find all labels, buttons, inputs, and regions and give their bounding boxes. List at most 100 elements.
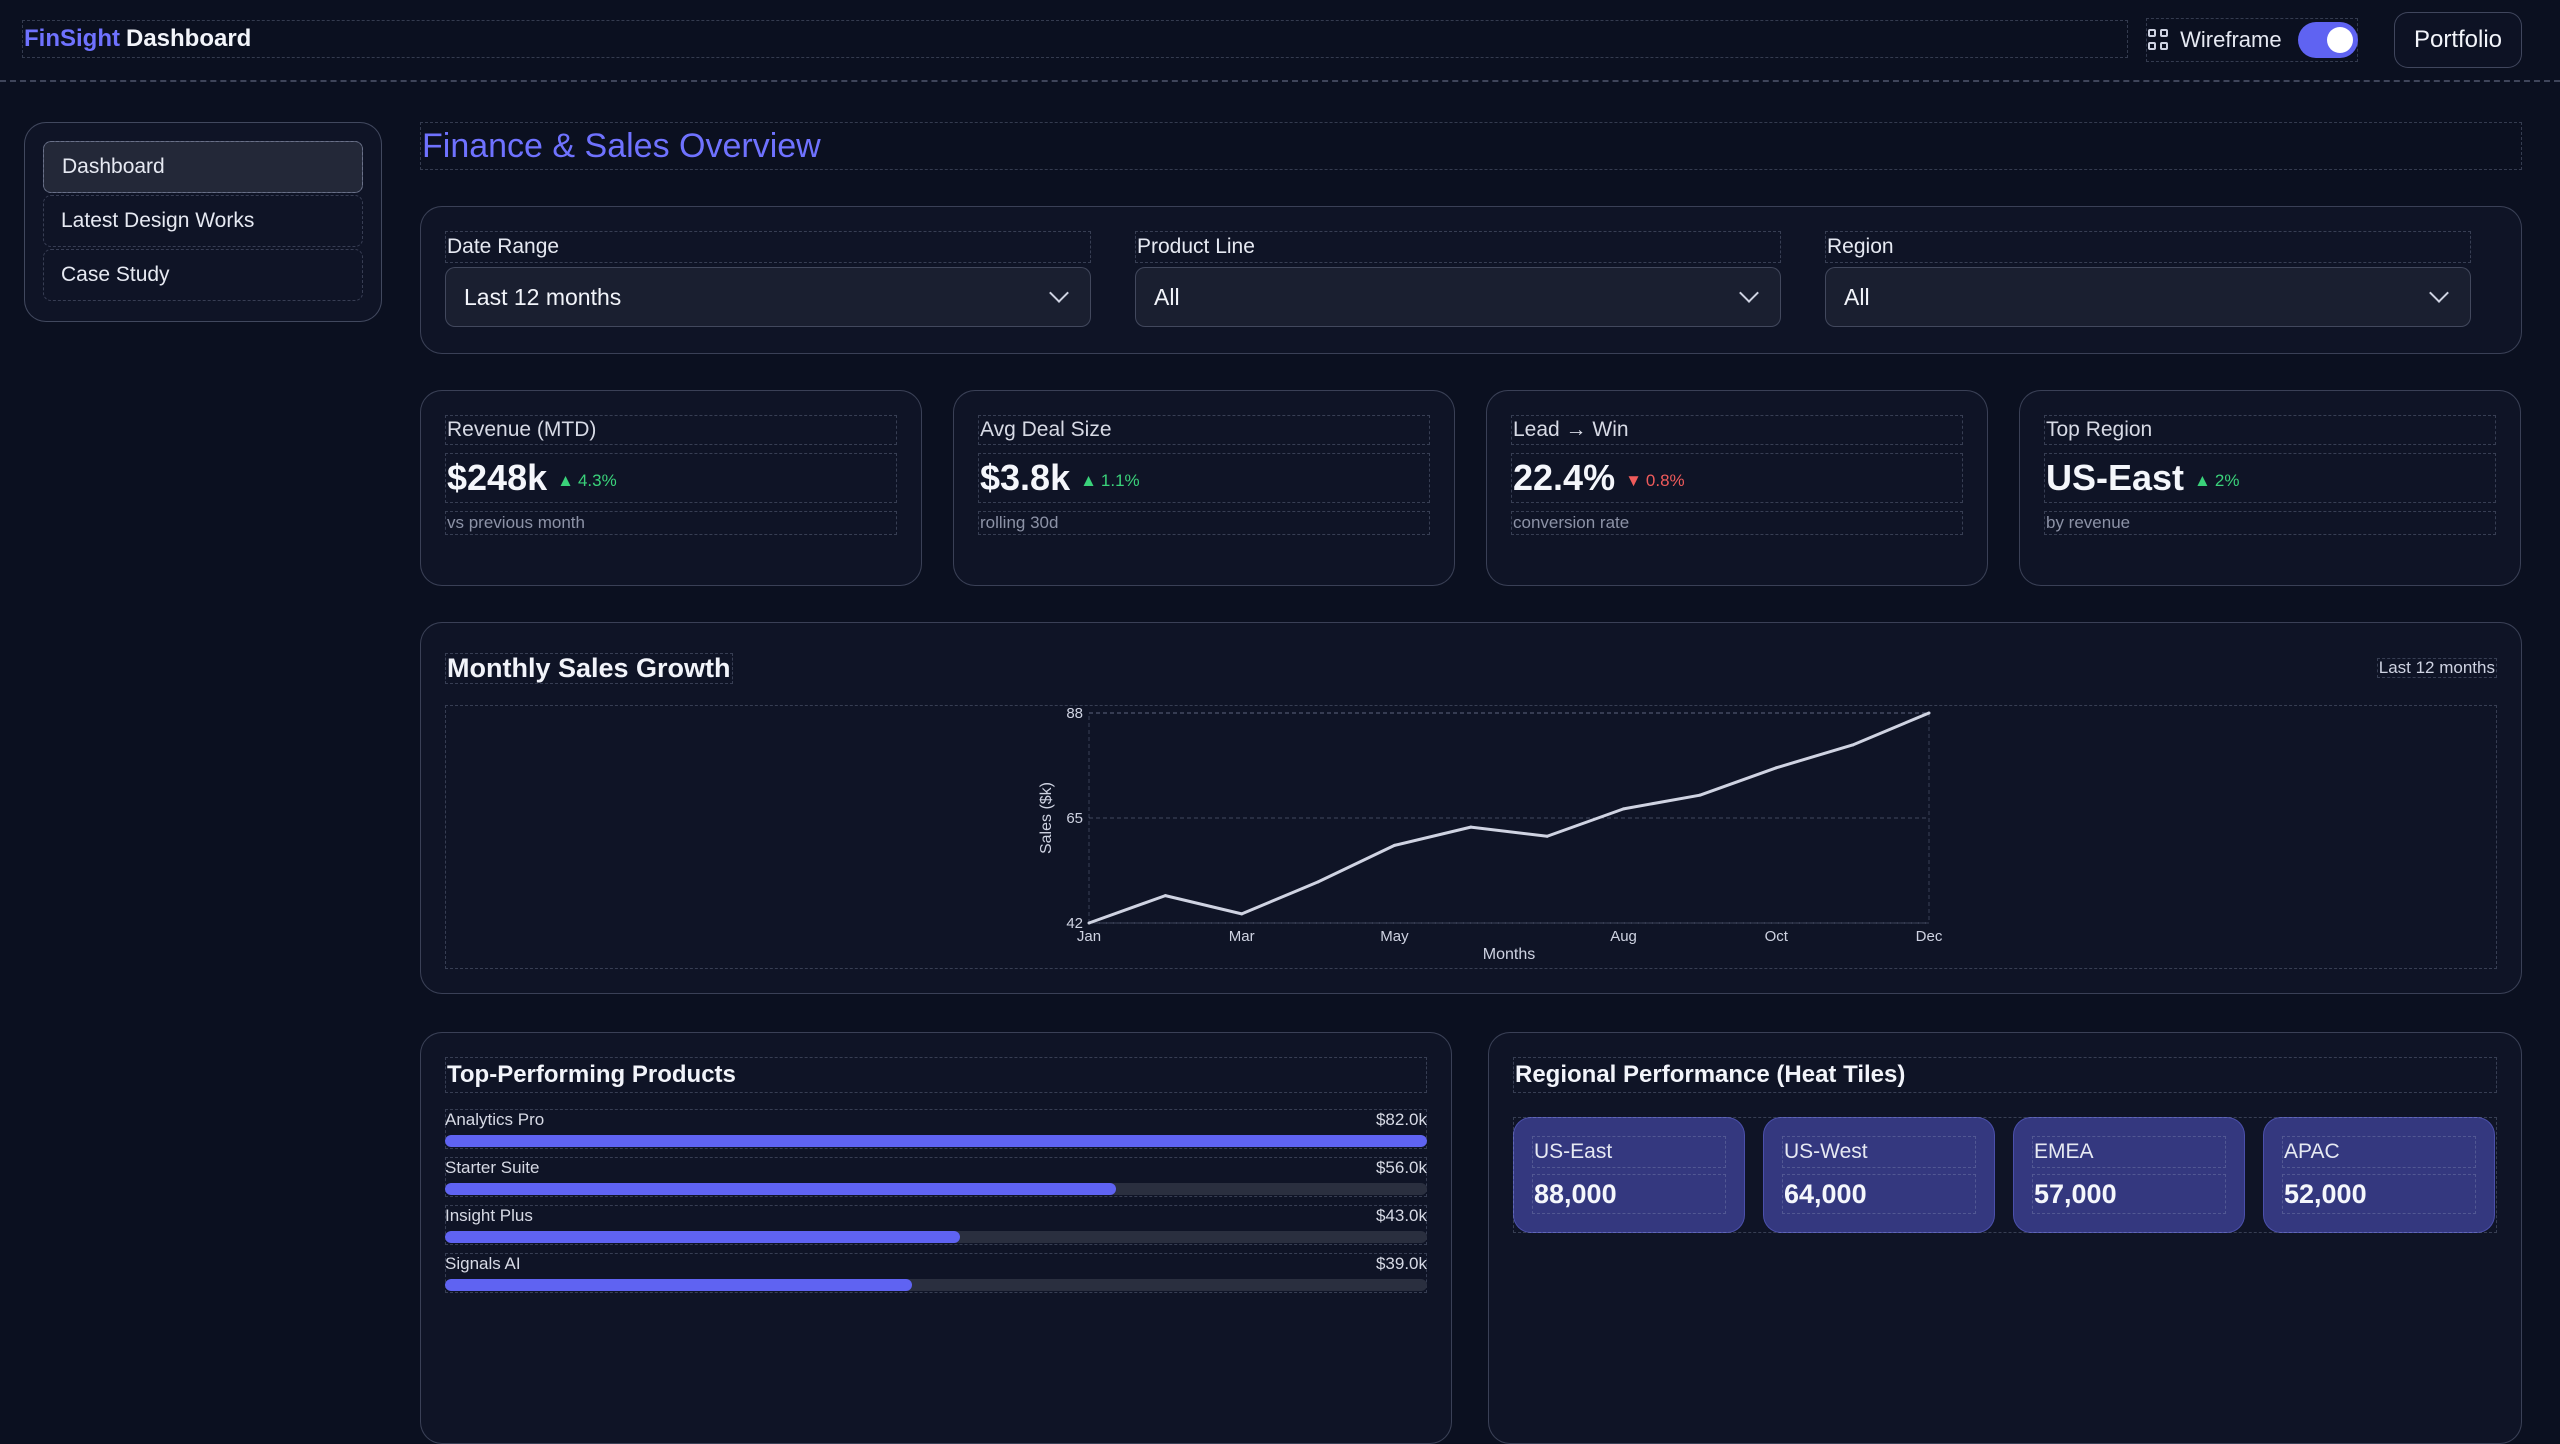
kpi-card-revenue: Revenue (MTD) $248k ▲ 4.3% vs previous mo… (420, 390, 922, 586)
heat-tiles: US-East 88,000 US-West 64,000 EMEA 57,000 APAC… (1513, 1117, 2497, 1233)
date-range-select[interactable]: Last 12 months (445, 267, 1091, 327)
select-value: All (1844, 283, 1870, 310)
y-tick-label: 65 (1066, 810, 1083, 827)
product-bar-track (445, 1183, 1427, 1195)
grid-icon (2148, 29, 2168, 51)
chevron-down-icon (1049, 283, 1069, 303)
brand-logo[interactable]: FinSight Dashboard (22, 20, 2128, 58)
product-row-top: Starter Suite $56.0k (445, 1157, 1427, 1179)
sidebar-item-dashboard[interactable]: Dashboard (43, 141, 363, 193)
chevron-down-icon (2429, 283, 2449, 303)
product-name: Signals AI (445, 1254, 521, 1273)
data-point (1316, 880, 1320, 884)
filter-product-line: Product Line All (1135, 231, 1781, 327)
kpi-card-top-region: Top Region US-East ▲ 2% by revenue (2019, 390, 2521, 586)
data-point (1698, 793, 1702, 797)
kpi-delta-value: 0.8% (1645, 471, 1685, 490)
product-row-top: Signals AI $39.0k (445, 1253, 1427, 1275)
region-tile[interactable]: US-West 64,000 (1763, 1117, 1995, 1233)
region-name: EMEA (2032, 1136, 2226, 1168)
kpi-card-avg-deal-size: Avg Deal Size $3.8k ▲ 1.1% rolling 30d (953, 390, 1455, 586)
portfolio-button[interactable]: Portfolio (2394, 12, 2522, 68)
region-tile[interactable]: EMEA 57,000 (2013, 1117, 2245, 1233)
kpi-label: Top Region (2044, 415, 2496, 445)
kpi-label: Revenue (MTD) (445, 415, 897, 445)
wireframe-switch[interactable] (2297, 22, 2358, 58)
chart-header: Monthly Sales Growth Last 12 months (445, 647, 2497, 689)
sidebar-item-case-study[interactable]: Case Study (43, 249, 363, 301)
filter-label: Product Line (1135, 231, 1781, 263)
kpi-subtext: rolling 30d (978, 511, 1430, 535)
region-tile[interactable]: US-East 88,000 (1513, 1117, 1745, 1233)
x-tick-label: Oct (1765, 928, 1789, 945)
top-bar: FinSight Dashboard Wireframe Portfolio (0, 0, 2560, 82)
data-point (1927, 711, 1931, 715)
line-chart: 426588Jan Mar May Aug Oct DecMonthsSales ($k) (1038, 705, 1943, 963)
kpi-value: US-East (2046, 457, 2185, 498)
data-point (1774, 766, 1778, 770)
chart-title: Monthly Sales Growth (445, 652, 733, 684)
sidebar-item-latest-design-works[interactable]: Latest Design Works (43, 195, 363, 247)
y-axis-label: Sales ($k) (1038, 782, 1055, 854)
region-tile[interactable]: APAC 52,000 (2263, 1117, 2495, 1233)
region-name: US-West (1782, 1136, 1976, 1168)
sales-chart-card: Monthly Sales Growth Last 12 months 42 65… (420, 622, 2522, 994)
x-tick-label: May (1380, 928, 1409, 945)
data-point (1851, 743, 1855, 747)
filter-label: Date Range (445, 231, 1091, 263)
region-name: US-East (1532, 1136, 1726, 1168)
product-value: $56.0k (1375, 1158, 1427, 1177)
brand-name-part2: Dashboard (125, 25, 252, 52)
product-bar-track (445, 1279, 1427, 1291)
select-value: All (1154, 283, 1180, 310)
product-value: $43.0k (1375, 1206, 1427, 1225)
kpi-subtext: conversion rate (1511, 511, 1963, 535)
product-name: Insight Plus (445, 1206, 533, 1225)
triangle-up-icon: ▲ (2194, 471, 2211, 490)
kpi-value: $248k (447, 457, 548, 498)
data-point (1087, 921, 1091, 925)
x-tick-label: Dec (1916, 928, 1943, 945)
product-bar-fill (445, 1135, 1427, 1147)
product-row: Signals AI $39.0k (445, 1253, 1427, 1293)
x-tick-label: Aug (1610, 928, 1637, 945)
chevron-down-icon (1739, 283, 1759, 303)
region-select[interactable]: All (1825, 267, 2471, 327)
kpi-delta-value: 4.3% (577, 471, 617, 490)
product-row-top: Analytics Pro $82.0k (445, 1109, 1427, 1131)
kpi-delta-value: 1.1% (1100, 471, 1140, 490)
kpi-value-row: US-East ▲ 2% (2044, 453, 2496, 503)
top-products-card: Top-Performing Products Analytics Pro $82… (420, 1032, 1452, 1444)
regional-performance-card: Regional Performance (Heat Tiles) US-Eas… (1488, 1032, 2522, 1444)
data-point (1545, 834, 1549, 838)
kpi-delta: ▼ 0.8% (1625, 471, 1685, 491)
product-name: Analytics Pro (445, 1110, 545, 1129)
products-title: Top-Performing Products (445, 1057, 1427, 1093)
triangle-up-icon: ▲ (557, 471, 574, 490)
kpi-label: Lead → Win (1511, 415, 1963, 445)
x-tick-label: Jan (1077, 928, 1101, 945)
product-line-select[interactable]: All (1135, 267, 1781, 327)
wireframe-toggle-group: Wireframe (2146, 18, 2358, 62)
region-value: 64,000 (1782, 1174, 1976, 1214)
product-value: $82.0k (1375, 1110, 1427, 1129)
region-value: 52,000 (2282, 1174, 2476, 1214)
sidebar: Dashboard Latest Design Works Case Study (24, 122, 382, 322)
kpi-subtext: vs previous month (445, 511, 897, 535)
brand-name-part1: FinSight (24, 25, 120, 52)
y-tick-label: 88 (1066, 705, 1083, 722)
chart-range-label: Last 12 months (2376, 658, 2497, 678)
kpi-delta-value: 2% (2214, 471, 2240, 490)
region-value: 88,000 (1532, 1174, 1726, 1214)
data-point (1622, 807, 1626, 811)
region-name: APAC (2282, 1136, 2476, 1168)
product-row: Starter Suite $56.0k (445, 1157, 1427, 1197)
filter-region: Region All (1825, 231, 2471, 327)
filter-date-range: Date Range Last 12 months (445, 231, 1091, 327)
product-row: Analytics Pro $82.0k (445, 1109, 1427, 1149)
product-bar-fill (445, 1279, 913, 1291)
region-value: 57,000 (2032, 1174, 2226, 1214)
product-row: Insight Plus $43.0k (445, 1205, 1427, 1245)
kpi-delta: ▲ 4.3% (557, 471, 617, 491)
regions-title: Regional Performance (Heat Tiles) (1513, 1057, 2497, 1093)
